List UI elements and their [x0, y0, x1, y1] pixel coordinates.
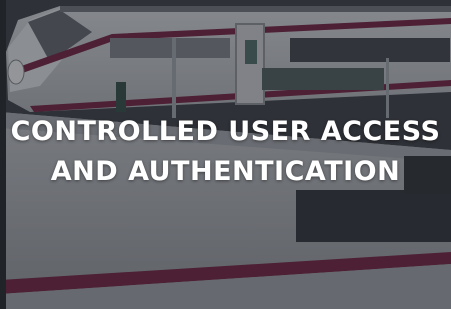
hero-card: CONTROLLED USER ACCESS AND AUTHENTICATIO…	[0, 0, 451, 309]
headline-line-1: CONTROLLED USER ACCESS	[10, 116, 441, 147]
headline: CONTROLLED USER ACCESS AND AUTHENTICATIO…	[0, 112, 451, 192]
headline-line-2: AND AUTHENTICATION	[50, 156, 401, 187]
